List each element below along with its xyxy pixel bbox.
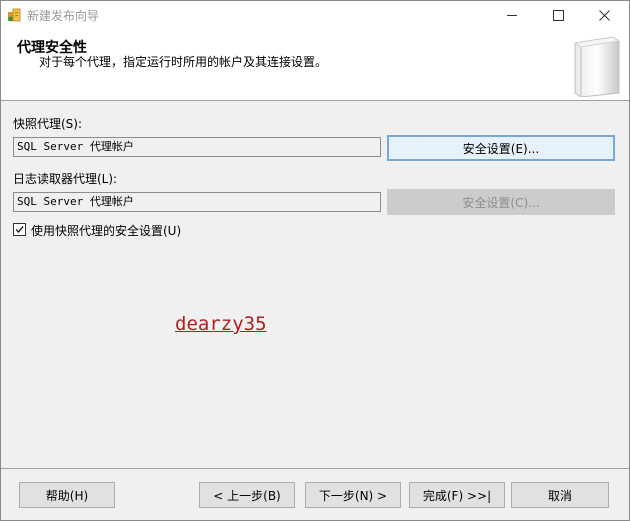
wizard-header: 代理安全性 对于每个代理，指定运行时所用的帐户及其连接设置。 — [1, 29, 629, 101]
help-button[interactable]: 帮助(H) — [19, 482, 115, 508]
minimize-icon — [506, 14, 517, 16]
title-bar: 新建发布向导 — [1, 1, 629, 29]
checkmark-icon — [15, 226, 24, 234]
wizard-window: 新建发布向导 代理安全性 对于每个代理，指定运行时所用的帐户及其连接设置。 快照… — [0, 0, 630, 521]
wizard-banner-icon — [569, 35, 621, 98]
snapshot-agent-label: 快照代理(S): — [13, 117, 83, 131]
close-icon — [598, 9, 610, 21]
maximize-icon — [552, 9, 564, 21]
use-snapshot-security-checkbox[interactable] — [13, 223, 26, 236]
log-reader-agent-label: 日志读取器代理(L): — [13, 172, 118, 186]
close-button[interactable] — [581, 1, 627, 29]
use-snapshot-security-label[interactable]: 使用快照代理的安全设置(U) — [31, 222, 181, 239]
back-button[interactable]: < 上一步(B) — [199, 482, 295, 508]
page-subtitle: 对于每个代理，指定运行时所用的帐户及其连接设置。 — [39, 55, 328, 69]
footer-divider — [1, 468, 629, 469]
cancel-button[interactable]: 取消 — [511, 482, 609, 508]
snapshot-security-settings-button[interactable]: 安全设置(E)... — [387, 135, 615, 161]
log-reader-security-settings-button: 安全设置(C)... — [387, 189, 615, 215]
snapshot-agent-account-field: SQL Server 代理帐户 — [13, 137, 381, 157]
app-icon — [7, 7, 23, 23]
log-reader-agent-account-field: SQL Server 代理帐户 — [13, 192, 381, 212]
next-button[interactable]: 下一步(N) > — [305, 482, 401, 508]
minimize-button[interactable] — [489, 1, 535, 29]
maximize-button[interactable] — [535, 1, 581, 29]
window-title: 新建发布向导 — [27, 9, 100, 23]
finish-button[interactable]: 完成(F) >>| — [409, 482, 505, 508]
watermark-text: dearzy35 — [175, 313, 267, 335]
